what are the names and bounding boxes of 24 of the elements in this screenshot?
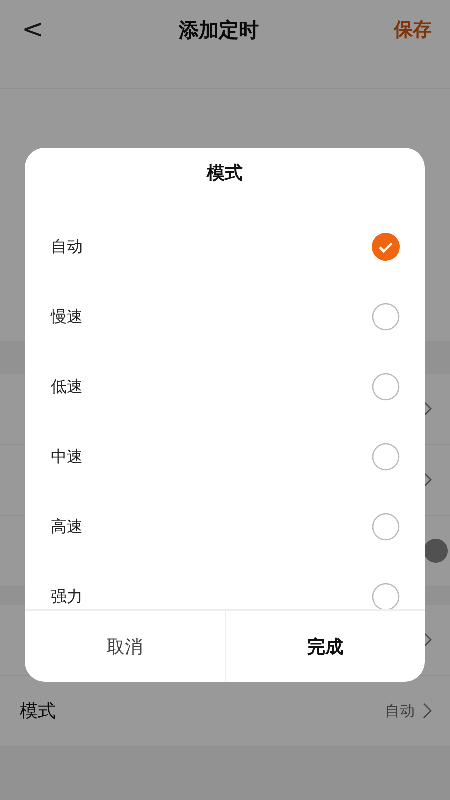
chevron-icon: [423, 632, 432, 648]
mode-option[interactable]: 低速: [25, 352, 425, 422]
done-button[interactable]: 完成: [224, 611, 425, 682]
mode-option[interactable]: 强力: [25, 562, 425, 609]
dialog-title: 模式: [206, 162, 244, 186]
setting-label: 模式: [20, 700, 56, 723]
back-button[interactable]: <: [22, 15, 44, 45]
mode-option[interactable]: 高速: [25, 492, 425, 562]
option-label: 低速: [51, 376, 83, 398]
toggle-switch[interactable]: [424, 539, 448, 563]
page-title: 添加定时: [178, 16, 259, 44]
option-label: 高速: [51, 516, 83, 538]
mode-option[interactable]: 中速: [25, 422, 425, 492]
setting-value: 自动: [385, 702, 415, 720]
chevron-icon: [423, 472, 432, 488]
mode-option[interactable]: 自动: [25, 212, 425, 282]
option-label: 中速: [51, 446, 83, 468]
chevron-icon: [423, 703, 432, 719]
mode-option[interactable]: 慢速: [25, 282, 425, 352]
option-label: 强力: [51, 586, 83, 608]
chevron-icon: [423, 401, 432, 417]
option-label: 自动: [51, 236, 83, 258]
cancel-button[interactable]: 取消: [25, 611, 224, 682]
option-label: 慢速: [51, 306, 83, 328]
